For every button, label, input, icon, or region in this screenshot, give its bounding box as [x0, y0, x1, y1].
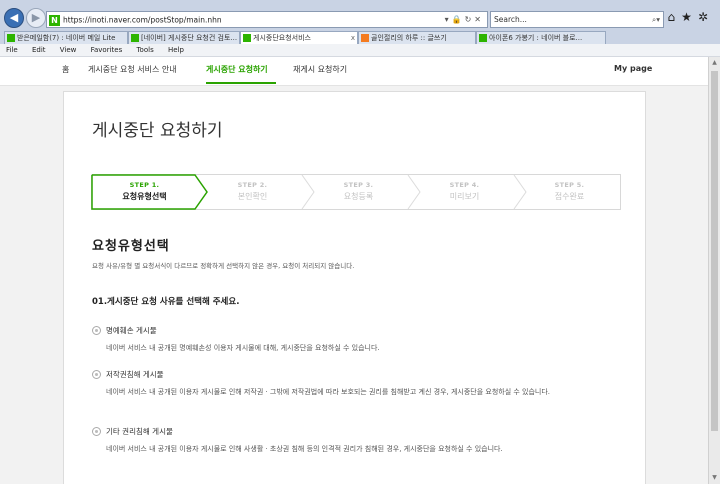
menu-file[interactable]: File: [6, 46, 18, 54]
step-name: 접수완료: [554, 192, 585, 201]
radio-button[interactable]: [92, 370, 101, 379]
content-card: 게시중단 요청하기 STEP 1. 요청유형선택 STEP 2. 본인확인 ST…: [63, 91, 646, 484]
close-tab-icon[interactable]: x: [351, 32, 355, 44]
menu-favorites[interactable]: Favorites: [91, 46, 123, 54]
browser-tab[interactable]: 골인절리의 하루 :: 글쓰기: [358, 31, 476, 44]
favorites-star-icon[interactable]: ★: [681, 10, 698, 24]
nav-service-guide[interactable]: 게시중단 요청 서비스 안내: [88, 64, 177, 75]
radio-button[interactable]: [92, 326, 101, 335]
nav-active-indicator: [206, 82, 276, 84]
step-4: STEP 4. 미리보기: [412, 175, 517, 209]
browser-toolbar: ◀ ▶ Nhttps://inoti.naver.com/postStop/ma…: [0, 0, 720, 30]
step-label: STEP 1.: [129, 181, 160, 189]
naver-favicon-icon: [7, 34, 15, 42]
step-name: 요청유형선택: [122, 192, 167, 201]
option-label[interactable]: 저작권침해 게시물: [106, 369, 164, 380]
address-bar[interactable]: Nhttps://inoti.naver.com/postStop/main.n…: [46, 11, 488, 28]
section-title: 요청유형선택: [92, 239, 170, 254]
browser-tab-active[interactable]: 게시중단요청서비스 x: [240, 31, 358, 44]
address-text: https://inoti.naver.com/postStop/main.nh…: [63, 15, 222, 25]
option-label[interactable]: 기타 권리침해 게시물: [106, 426, 173, 437]
option-description: 네이버 서비스 내 공개된 이용자 게시물로 인해 사생활 · 초상권 침해 등…: [106, 445, 503, 453]
home-icon[interactable]: ⌂: [668, 10, 682, 24]
naver-favicon-icon: [479, 34, 487, 42]
option-description: 네이버 서비스 내 공개된 이용자 게시물로 인해 저작권 · 그밖에 저작권법…: [106, 388, 551, 396]
step-5: STEP 5. 접수완료: [517, 175, 622, 209]
browser-tab[interactable]: [네이버] 게시중단 요청건 검토...: [128, 31, 240, 44]
settings-gear-icon[interactable]: ✲: [698, 10, 714, 24]
browser-tabs: 받은메일함(7) : 네이버 메일 Lite [네이버] 게시중단 요청건 검토…: [0, 30, 720, 45]
step-name: 본인확인: [237, 192, 268, 201]
nav-mypage[interactable]: My page: [614, 64, 652, 73]
radio-button[interactable]: [92, 427, 101, 436]
step-label: STEP 2.: [237, 181, 268, 189]
tab-label: 받은메일함(7) : 네이버 메일 Lite: [17, 34, 116, 42]
question-title: 01.게시중단 요청 사유를 선택해 주세요.: [92, 297, 240, 307]
naver-favicon-icon: [243, 34, 251, 42]
nav-request-repost[interactable]: 재게시 요청하기: [293, 64, 347, 75]
menu-help[interactable]: Help: [168, 46, 184, 54]
tab-label: 아이폰6 가봉기 : 네이버 블로...: [489, 34, 583, 42]
step-name: 요청등록: [343, 192, 374, 201]
page-viewport: 홈 게시중단 요청 서비스 안내 게시중단 요청하기 재게시 요청하기 My p…: [0, 57, 708, 484]
menu-bar: File Edit View Favorites Tools Help: [0, 44, 720, 57]
scroll-thumb[interactable]: [711, 71, 718, 431]
browser-tab[interactable]: 받은메일함(7) : 네이버 메일 Lite: [4, 31, 128, 44]
scroll-up-icon[interactable]: ▲: [709, 57, 720, 69]
back-button[interactable]: ◀: [4, 8, 24, 28]
step-name: 미리보기: [449, 192, 480, 201]
tab-label: 골인절리의 하루 :: 글쓰기: [371, 34, 447, 42]
nav-home[interactable]: 홈: [62, 64, 69, 75]
address-bar-buttons[interactable]: ▾🔒↻✕: [445, 12, 484, 27]
page-title: 게시중단 요청하기: [92, 121, 223, 141]
browser-tab[interactable]: 아이폰6 가봉기 : 네이버 블로...: [476, 31, 606, 44]
tab-label: 게시중단요청서비스: [253, 34, 311, 42]
step-label: STEP 3.: [343, 181, 374, 189]
tab-label: [네이버] 게시중단 요청건 검토...: [141, 34, 238, 42]
naver-favicon-icon: N: [49, 14, 60, 26]
section-description: 요청 사유/유형 별 요청서식이 다르므로 정확하게 선택하지 않은 경우, 요…: [92, 262, 355, 270]
forward-button[interactable]: ▶: [26, 8, 46, 28]
search-placeholder: Search...: [494, 15, 527, 24]
step-progress: STEP 1. 요청유형선택 STEP 2. 본인확인 STEP 3. 요청등록…: [91, 174, 621, 210]
naver-favicon-icon: [131, 34, 139, 42]
menu-edit[interactable]: Edit: [32, 46, 46, 54]
step-2: STEP 2. 본인확인: [200, 175, 305, 209]
step-1: STEP 1. 요청유형선택: [92, 175, 197, 209]
option-label[interactable]: 명예훼손 게시물: [106, 325, 157, 336]
tistory-favicon-icon: [361, 34, 369, 42]
step-3: STEP 3. 요청등록: [306, 175, 411, 209]
nav-request-stop[interactable]: 게시중단 요청하기: [206, 64, 268, 75]
search-icon[interactable]: ⌕▾: [652, 12, 660, 27]
browser-tools: ⌂★✲: [668, 10, 714, 24]
menu-view[interactable]: View: [60, 46, 77, 54]
menu-tools[interactable]: Tools: [136, 46, 153, 54]
search-input[interactable]: Search... ⌕▾: [490, 11, 664, 28]
step-label: STEP 4.: [449, 181, 480, 189]
option-description: 네이버 서비스 내 공개된 명예훼손성 이용자 게시물에 대해, 게시중단을 요…: [106, 344, 380, 352]
site-navigation: 홈 게시중단 요청 서비스 안내 게시중단 요청하기 재게시 요청하기 My p…: [0, 57, 708, 86]
scroll-down-icon[interactable]: ▼: [709, 472, 720, 484]
step-label: STEP 5.: [554, 181, 585, 189]
vertical-scrollbar[interactable]: ▲ ▼: [708, 57, 720, 484]
